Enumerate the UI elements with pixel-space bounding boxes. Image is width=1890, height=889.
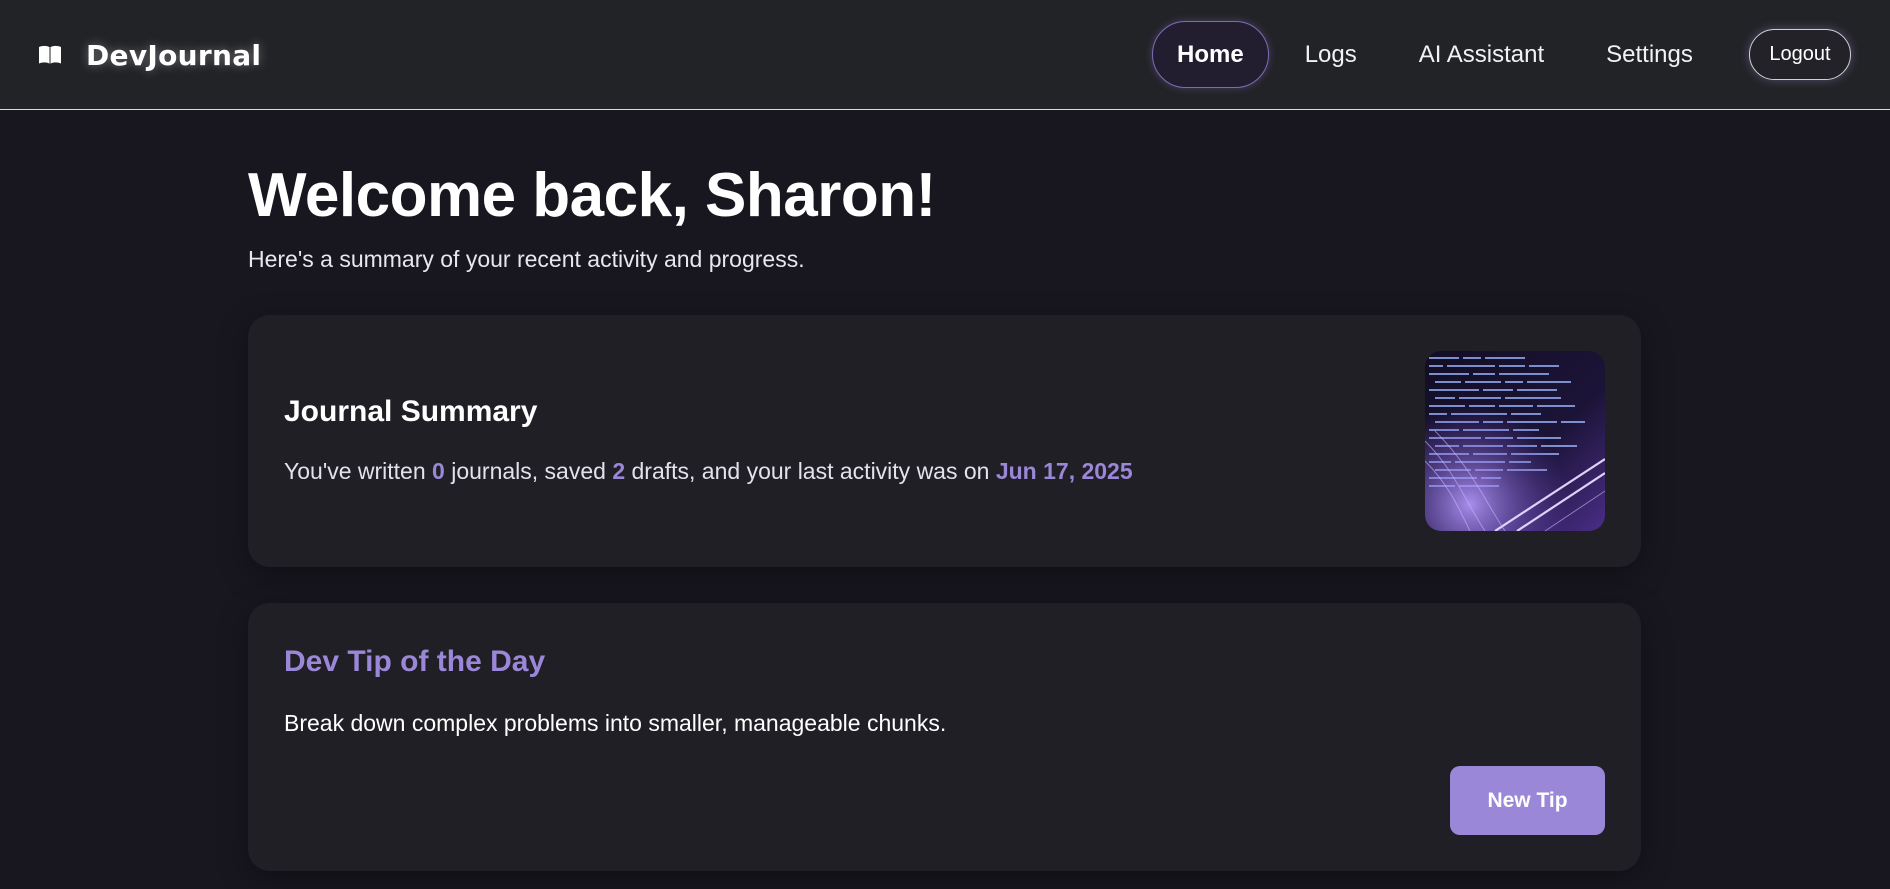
tip-text: Break down complex problems into smaller… xyxy=(284,710,947,736)
page-subtitle: Here's a summary of your recent activity… xyxy=(248,246,805,272)
dev-tip-card: Dev Tip of the Day Break down complex pr… xyxy=(248,603,1641,871)
nav-links: Home Logs AI Assistant Settings xyxy=(1152,21,1719,88)
last-activity-date: Jun 17, 2025 xyxy=(995,458,1133,484)
summary-text-mid1: journals, saved xyxy=(451,458,606,484)
app-name: DevJournal xyxy=(86,38,262,72)
summary-text-mid2: drafts, and your last activity was on xyxy=(631,458,990,484)
summary-text-prefix: You've written xyxy=(284,458,426,484)
journal-summary-card: Journal Summary You've written 0 journal… xyxy=(248,315,1641,567)
top-navbar: DevJournal Home Logs AI Assistant Settin… xyxy=(0,0,1890,110)
logout-button[interactable]: Logout xyxy=(1749,29,1851,80)
nav-ai-assistant[interactable]: AI Assistant xyxy=(1393,21,1570,88)
journals-count: 0 xyxy=(432,458,445,484)
nav-home[interactable]: Home xyxy=(1152,21,1269,88)
code-screen-image xyxy=(1425,351,1605,531)
open-book-icon xyxy=(38,44,62,66)
brand[interactable]: DevJournal xyxy=(38,0,261,110)
nav-logs[interactable]: Logs xyxy=(1279,21,1383,88)
summary-title: Journal Summary xyxy=(284,395,538,428)
summary-text: You've written 0 journals, saved 2 draft… xyxy=(284,458,1133,485)
new-tip-button[interactable]: New Tip xyxy=(1450,766,1605,835)
page-title: Welcome back, Sharon! xyxy=(248,161,936,230)
tip-title: Dev Tip of the Day xyxy=(284,645,546,678)
nav-settings[interactable]: Settings xyxy=(1580,21,1719,88)
drafts-count: 2 xyxy=(612,458,626,484)
